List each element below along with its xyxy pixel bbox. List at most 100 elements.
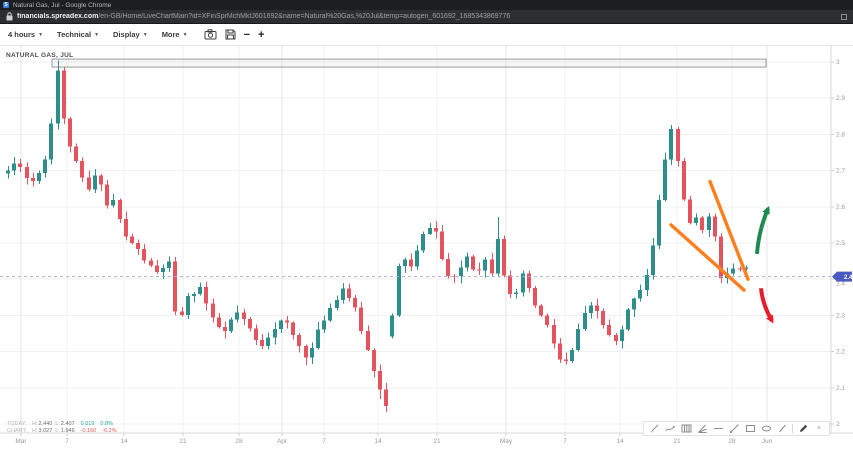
svg-text:21: 21 bbox=[673, 438, 681, 445]
x-axis-labels[interactable]: Mar 7 14 21 28 Apr 7 14 21 May 7 14 21 28 Jun bbox=[15, 438, 772, 445]
svg-text:14: 14 bbox=[374, 438, 382, 445]
window-title: Natural Gas, Jul - Google Chrome bbox=[13, 2, 111, 9]
rectangle-icon bbox=[745, 423, 756, 434]
zoom-in-button[interactable]: + bbox=[258, 30, 264, 40]
svg-text:2.1: 2.1 bbox=[836, 385, 845, 392]
pencil-icon bbox=[798, 423, 809, 434]
svg-text:2.4: 2.4 bbox=[836, 281, 845, 288]
chart-toolbar: 4 hours ▼ Technical ▼ Display ▼ More ▼ bbox=[0, 24, 853, 46]
trendline-tool-button[interactable] bbox=[728, 423, 740, 435]
today-change-value: 0.019 bbox=[81, 421, 95, 427]
svg-text:7: 7 bbox=[322, 438, 326, 445]
timeframe-menu[interactable]: 4 hours ▼ bbox=[8, 30, 43, 39]
svg-text:2.6: 2.6 bbox=[836, 204, 845, 211]
camera-icon bbox=[204, 29, 217, 40]
svg-text:21: 21 bbox=[433, 438, 441, 445]
delete-drawing-button[interactable]: × bbox=[813, 423, 825, 435]
trend-angle-tool-button[interactable] bbox=[696, 423, 708, 435]
ray-tool-button[interactable] bbox=[776, 423, 788, 435]
technical-menu[interactable]: Technical ▼ bbox=[57, 30, 99, 39]
wave-arrow-icon bbox=[665, 423, 676, 434]
drawing-toolbar: × bbox=[643, 421, 830, 436]
low-key: L: bbox=[55, 428, 60, 434]
pen-tool-button[interactable] bbox=[648, 423, 660, 435]
svg-text:Jun: Jun bbox=[762, 438, 773, 445]
more-menu[interactable]: More ▼ bbox=[162, 30, 188, 39]
candles bbox=[6, 61, 748, 412]
axis-frame bbox=[0, 46, 853, 436]
chart-symbol-label: NATURAL GAS, JUL bbox=[6, 52, 73, 59]
chevron-down-icon: ▼ bbox=[183, 32, 188, 38]
display-menu[interactable]: Display ▼ bbox=[113, 30, 148, 39]
high-key: H: bbox=[32, 421, 38, 427]
svg-text:3: 3 bbox=[836, 59, 840, 66]
chart-change-pct: -6.2% bbox=[102, 428, 116, 434]
svg-text:May: May bbox=[500, 438, 513, 445]
resistance-zone-drawing[interactable] bbox=[52, 59, 766, 67]
svg-text:2.9: 2.9 bbox=[836, 95, 845, 102]
chart-area[interactable]: 32.92.82.72.62.52.42.32.22.12Mar7142128A… bbox=[0, 46, 853, 449]
chart-high-value: 3.027 bbox=[39, 428, 53, 434]
svg-text:21: 21 bbox=[179, 438, 187, 445]
y-axis-labels[interactable]: 32.92.82.72.62.52.42.32.22.12 bbox=[836, 59, 845, 428]
save-button[interactable] bbox=[225, 29, 236, 40]
browser-urlbar[interactable]: financials.spreadex.com/en-GB/Home/LiveC… bbox=[0, 10, 853, 24]
more-menu-label: More bbox=[162, 30, 180, 39]
svg-text:2.2: 2.2 bbox=[836, 349, 845, 356]
zoom-out-button[interactable]: − bbox=[244, 30, 250, 40]
gridlines bbox=[0, 46, 831, 433]
today-change-pct: 0.8% bbox=[100, 421, 113, 427]
fibonacci-icon bbox=[681, 423, 692, 434]
svg-text:14: 14 bbox=[120, 438, 128, 445]
svg-text:Apr: Apr bbox=[277, 438, 288, 445]
svg-text:Mar: Mar bbox=[15, 438, 27, 445]
trendline-icon bbox=[729, 423, 740, 434]
svg-text:28: 28 bbox=[728, 438, 736, 445]
browser-action-icon[interactable] bbox=[841, 14, 847, 20]
browser-window: S Natural Gas, Jul - Google Chrome finan… bbox=[0, 0, 853, 449]
chevron-down-icon: ▼ bbox=[143, 32, 148, 38]
high-key: H: bbox=[32, 428, 38, 434]
chart-stats: TODAY:H:2.440L:2.4070.0190.8% CHART:H:3.… bbox=[7, 421, 117, 435]
save-icon bbox=[225, 29, 236, 40]
brush-tool-button[interactable] bbox=[664, 423, 676, 435]
stats-row-chart: CHART:H:3.027L:1.946-0.160-6.2% bbox=[7, 428, 117, 435]
display-menu-label: Display bbox=[113, 30, 140, 39]
svg-text:7: 7 bbox=[563, 438, 567, 445]
svg-text:2.3: 2.3 bbox=[836, 312, 845, 319]
url-path: /en-GB/Home/LiveChartMain?id=XFinSprMchM… bbox=[98, 13, 510, 20]
up-arrow-drawing[interactable] bbox=[757, 209, 768, 254]
ellipse-tool-button[interactable] bbox=[760, 423, 772, 435]
svg-text:2.407: 2.407 bbox=[844, 275, 853, 281]
rectangle-tool-button[interactable] bbox=[744, 423, 756, 435]
horizontal-line-tool-button[interactable] bbox=[712, 423, 724, 435]
today-low-value: 2.407 bbox=[61, 421, 75, 427]
horizontal-line-icon bbox=[713, 423, 724, 434]
technical-menu-label: Technical bbox=[57, 30, 91, 39]
stats-row-today: TODAY:H:2.440L:2.4070.0190.8% bbox=[7, 421, 117, 428]
svg-text:2: 2 bbox=[836, 421, 840, 428]
svg-text:2.8: 2.8 bbox=[836, 131, 845, 138]
fibonacci-tool-button[interactable] bbox=[680, 423, 692, 435]
chart-label: CHART: bbox=[7, 428, 29, 435]
site-favicon: S bbox=[3, 2, 9, 8]
trend-angle-icon bbox=[697, 423, 708, 434]
pencil-tool-button[interactable] bbox=[797, 423, 809, 435]
svg-text:7: 7 bbox=[65, 438, 69, 445]
trendline-drawing-2[interactable] bbox=[671, 225, 744, 290]
minus-icon: − bbox=[244, 30, 250, 40]
today-high-value: 2.440 bbox=[39, 421, 53, 427]
chevron-down-icon: ▼ bbox=[94, 32, 99, 38]
browser-titlebar: S Natural Gas, Jul - Google Chrome bbox=[0, 0, 853, 10]
low-key: L: bbox=[55, 421, 60, 427]
ellipse-icon bbox=[761, 423, 772, 434]
svg-text:14: 14 bbox=[616, 438, 624, 445]
url-host: financials.spreadex.com bbox=[17, 13, 98, 20]
svg-text:28: 28 bbox=[235, 438, 243, 445]
chevron-down-icon: ▼ bbox=[38, 32, 43, 38]
svg-text:2.7: 2.7 bbox=[836, 168, 845, 175]
toolbar-divider bbox=[792, 424, 793, 433]
snapshot-button[interactable] bbox=[204, 29, 217, 40]
ray-icon bbox=[777, 423, 788, 434]
price-chart-canvas[interactable]: 32.92.82.72.62.52.42.32.22.12Mar7142128A… bbox=[0, 46, 853, 449]
